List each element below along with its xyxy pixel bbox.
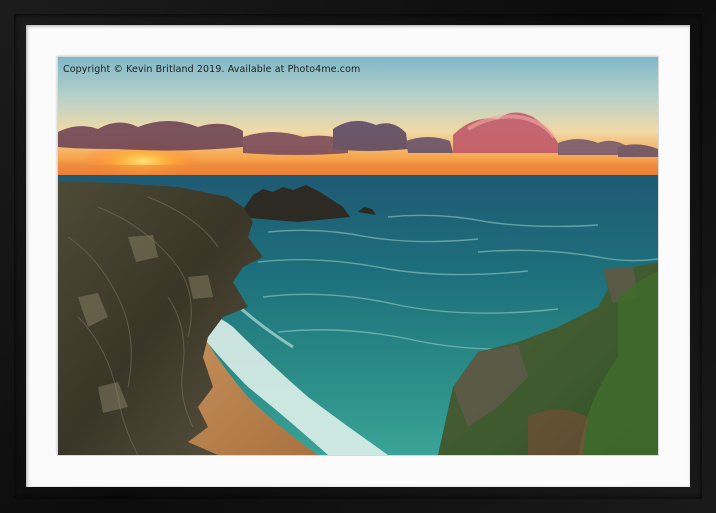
seascape-illustration — [58, 57, 658, 455]
copyright-watermark: Copyright © Kevin Britland 2019. Availab… — [63, 64, 361, 75]
coastal-sunset-photo: Copyright © Kevin Britland 2019. Availab… — [58, 57, 658, 455]
